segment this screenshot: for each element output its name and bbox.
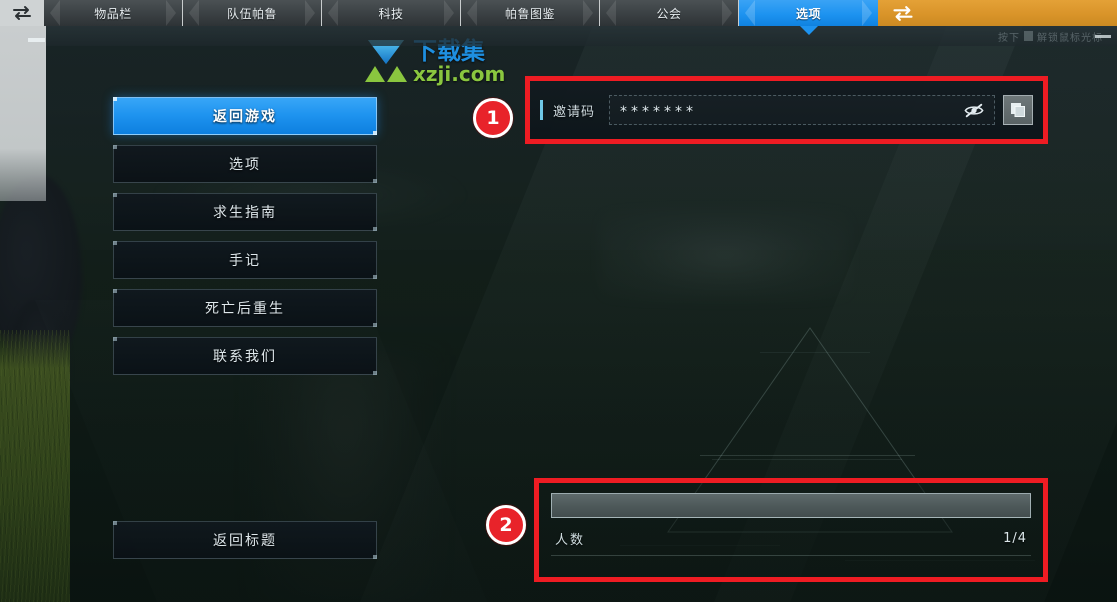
menu-item-return-to-title[interactable]: 返回标题: [113, 521, 377, 559]
tab-chevron-right-icon: [583, 0, 593, 26]
player-count-bar[interactable]: [551, 493, 1031, 518]
options-menu-list: 返回游戏 选项 求生指南 手记 死亡后重生 联系我们: [113, 97, 377, 385]
player-count-label: 人数: [555, 532, 586, 548]
tab-label: 物品栏: [94, 6, 132, 21]
tab-party-pals[interactable]: 队伍帕鲁: [183, 0, 322, 26]
hint-key-glyph-icon: [1024, 31, 1033, 41]
invite-code-value: *******: [620, 104, 698, 120]
tab-inventory[interactable]: 物品栏: [44, 0, 183, 26]
copy-invite-code-button[interactable]: [1003, 95, 1033, 125]
swap-arrows-icon: [13, 6, 31, 20]
annotation-marker-1: 1: [473, 98, 513, 138]
menu-item-return-to-game[interactable]: 返回游戏: [113, 97, 377, 135]
tab-chevron-right-icon: [166, 0, 176, 26]
tab-label: 科技: [378, 6, 404, 21]
toggle-invite-visibility-button[interactable]: [962, 100, 986, 120]
tab-chevron-left-icon: [50, 0, 60, 26]
annotation-marker-2: 2: [486, 505, 526, 545]
player-count-panel: 人数 1/4: [539, 483, 1043, 577]
tab-chevron-right-icon: [862, 0, 872, 26]
tab-chevron-right-icon: [444, 0, 454, 26]
tab-chevron-left-icon: [606, 0, 616, 26]
copy-icon: [1011, 103, 1025, 117]
menu-item-label: 返回标题: [213, 533, 277, 549]
tab-paldeck[interactable]: 帕鲁图鉴: [461, 0, 600, 26]
hint-bar: 按下 解锁鼠标光标: [46, 26, 1117, 46]
tab-chevron-left-icon: [328, 0, 338, 26]
tab-label: 选项: [795, 6, 821, 21]
invite-code-input[interactable]: *******: [609, 95, 995, 125]
watermark-en: xzji.com: [413, 61, 506, 86]
player-count-value: 1/4: [1003, 530, 1027, 546]
hint-text-before: 按下: [998, 32, 1020, 44]
menu-item-label: 死亡后重生: [205, 301, 285, 317]
tab-technology[interactable]: 科技: [322, 0, 461, 26]
hint-text-after: 解锁鼠标光标: [1037, 32, 1103, 44]
tab-list: 物品栏 队伍帕鲁 科技 帕鲁图鉴 公会 选项: [44, 0, 878, 26]
invite-code-panel: 邀请码 *******: [530, 81, 1043, 139]
options-menu-bottom: 返回标题: [113, 521, 377, 569]
menu-item-label: 返回游戏: [213, 109, 277, 125]
eye-slash-icon: [964, 103, 984, 117]
menu-item-label: 求生指南: [213, 205, 277, 221]
menu-item-label: 手记: [229, 253, 261, 269]
swap-arrows-icon-right: [893, 5, 913, 21]
menu-item-label: 联系我们: [213, 349, 277, 365]
menu-item-respawn-after-death[interactable]: 死亡后重生: [113, 289, 377, 327]
tab-options[interactable]: 选项: [739, 0, 878, 26]
tab-chevron-left-icon: [189, 0, 199, 26]
player-count-row: 人数 1/4: [551, 518, 1031, 558]
tab-label: 公会: [656, 6, 682, 21]
orange-action-bar[interactable]: [878, 0, 1117, 26]
menu-item-options[interactable]: 选项: [113, 145, 377, 183]
tab-chevron-left-icon: [745, 0, 755, 26]
tab-label: 队伍帕鲁: [226, 6, 277, 21]
hint-dash-marker: [1095, 35, 1111, 38]
tab-label: 帕鲁图鉴: [504, 6, 555, 21]
menu-item-survival-guide[interactable]: 求生指南: [113, 193, 377, 231]
left-edge-dash-marker: [28, 38, 45, 42]
invite-code-label: 邀请码: [553, 104, 596, 120]
tab-chevron-right-icon: [722, 0, 732, 26]
top-tab-bar: 物品栏 队伍帕鲁 科技 帕鲁图鉴 公会 选项: [0, 0, 1117, 26]
tab-guild[interactable]: 公会: [600, 0, 739, 26]
menu-item-contact-us[interactable]: 联系我们: [113, 337, 377, 375]
game-options-screen: 物品栏 队伍帕鲁 科技 帕鲁图鉴 公会 选项 按下 解锁鼠标光标 下载集 xzj…: [0, 0, 1117, 602]
left-edge-strip: [0, 26, 46, 201]
menu-item-notes[interactable]: 手记: [113, 241, 377, 279]
invite-accent-bar: [540, 100, 543, 120]
tab-chevron-right-icon: [305, 0, 315, 26]
menu-item-label: 选项: [229, 157, 261, 173]
tab-chevron-left-icon: [467, 0, 477, 26]
swap-arrows-icon-left-container[interactable]: [0, 0, 44, 26]
